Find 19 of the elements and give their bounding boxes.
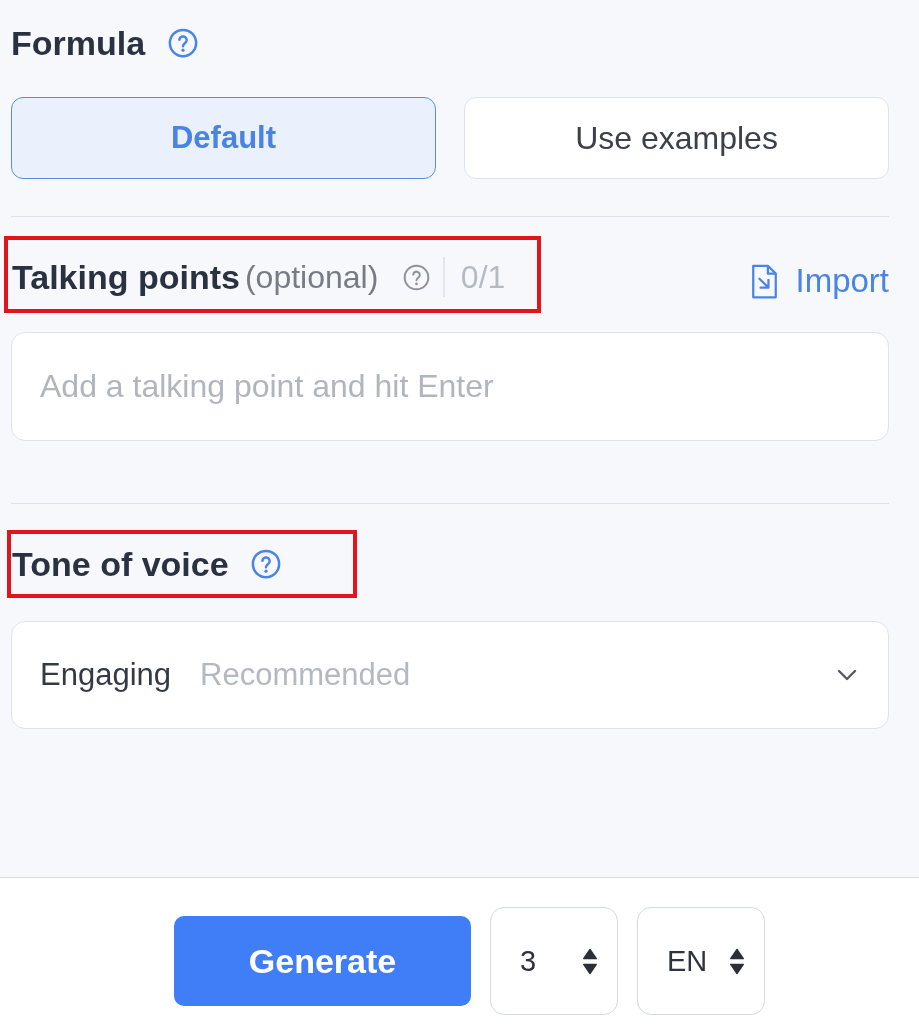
input-field[interactable]: Add a talking point and hit Enter (11, 332, 889, 441)
section-title: Tone of voice (12, 544, 229, 584)
optional-label: (optional) (244, 258, 379, 297)
help-icon[interactable] (168, 28, 199, 58)
section-title: Formula (11, 23, 146, 63)
formula-option[interactable]: Use examples (464, 97, 889, 179)
up-down-arrows-icon (729, 947, 745, 975)
up-down-arrows-icon (582, 947, 598, 975)
document-arrow-icon (751, 263, 779, 299)
chevron-down-icon (837, 669, 857, 681)
section-title: Talking points (12, 257, 240, 297)
generate-button[interactable]: Generate (174, 916, 471, 1006)
tone-dropdown[interactable]: Engaging Recommended (11, 621, 889, 729)
help-icon[interactable] (250, 549, 281, 579)
recommended-hint: Recommended (200, 657, 411, 693)
help-icon[interactable] (403, 263, 431, 291)
count-select[interactable]: 3 (490, 907, 618, 1015)
counter-text: 0/1 (460, 258, 506, 297)
language-select[interactable]: EN (637, 907, 765, 1015)
